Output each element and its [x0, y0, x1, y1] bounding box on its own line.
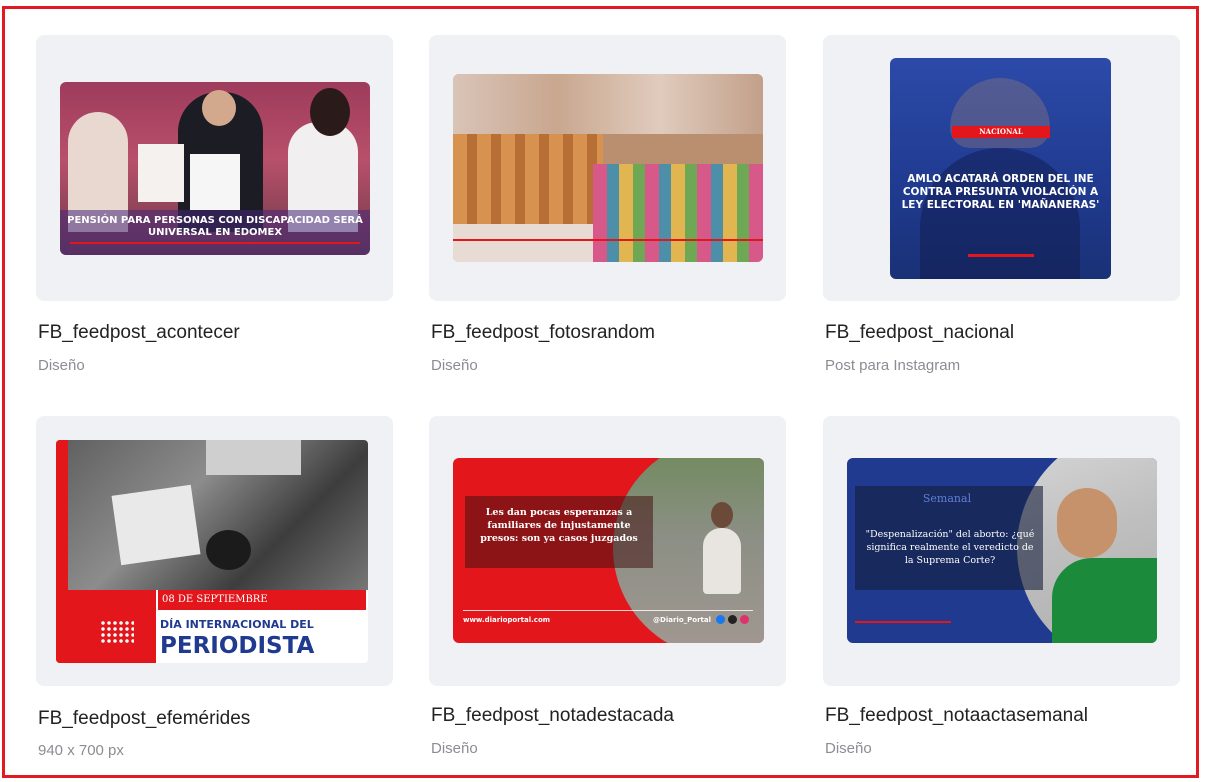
design-thumbnail[interactable]: Semanal "Despenalización" del aborto: ¿q…	[823, 416, 1180, 686]
design-title[interactable]: FB_feedpost_notadestacada	[431, 705, 674, 727]
design-type: Diseño	[825, 740, 872, 757]
design-thumbnail[interactable]: Les dan pocas esperanzas a familiares de…	[429, 416, 786, 686]
design-title[interactable]: FB_feedpost_fotosrandom	[431, 322, 655, 344]
social-handle: @Diario_Portal	[653, 616, 711, 624]
thumbnail-caption: AMLO ACATARÁ ORDEN DEL INE CONTRA PRESUN…	[901, 173, 1100, 211]
thumbnail-image: NACIONAL AMLO ACATARÁ ORDEN DEL INE CONT…	[890, 58, 1111, 279]
facebook-icon	[716, 615, 725, 624]
section-badge: Semanal	[922, 492, 972, 505]
section-badge: NACIONAL	[979, 127, 1023, 136]
headline-line1: DÍA INTERNACIONAL DEL	[160, 618, 314, 631]
design-thumbnail[interactable]: 08 DE SEPTIEMBRE DÍA INTERNACIONAL DEL P…	[36, 416, 393, 686]
thumbnail-image	[453, 74, 763, 262]
site-url: www.diarioportal.com	[463, 616, 551, 624]
headline-line2: PERIODISTA	[160, 633, 315, 659]
instagram-icon	[740, 615, 749, 624]
design-thumbnail[interactable]: NACIONAL AMLO ACATARÁ ORDEN DEL INE CONT…	[823, 35, 1180, 301]
thumbnail-image: PENSIÓN PARA PERSONAS CON DISCAPACIDAD S…	[60, 82, 370, 255]
date-label: 08 DE SEPTIEMBRE	[162, 594, 268, 605]
thumbnail-caption: "Despenalización" del aborto: ¿qué signi…	[865, 529, 1035, 566]
design-type: Diseño	[431, 740, 478, 757]
design-type: Diseño	[431, 357, 478, 374]
design-title[interactable]: FB_feedpost_efemérides	[38, 708, 250, 730]
design-thumbnail[interactable]: PENSIÓN PARA PERSONAS CON DISCAPACIDAD S…	[36, 35, 393, 301]
thumbnail-image: 08 DE SEPTIEMBRE DÍA INTERNACIONAL DEL P…	[56, 440, 368, 663]
thumbnail-image: Semanal "Despenalización" del aborto: ¿q…	[847, 458, 1157, 643]
thumbnail-caption: PENSIÓN PARA PERSONAS CON DISCAPACIDAD S…	[67, 215, 363, 238]
x-icon	[728, 615, 737, 624]
design-type: Diseño	[38, 357, 85, 374]
thumbnail-caption: Les dan pocas esperanzas a familiares de…	[480, 507, 638, 544]
design-type: 940 x 700 px	[38, 742, 124, 759]
design-title[interactable]: FB_feedpost_acontecer	[38, 322, 240, 344]
design-thumbnail[interactable]	[429, 35, 786, 301]
design-title[interactable]: FB_feedpost_notaactasemanal	[825, 705, 1088, 727]
design-type: Post para Instagram	[825, 357, 961, 374]
design-title[interactable]: FB_feedpost_nacional	[825, 322, 1014, 344]
thumbnail-image: Les dan pocas esperanzas a familiares de…	[453, 458, 764, 643]
